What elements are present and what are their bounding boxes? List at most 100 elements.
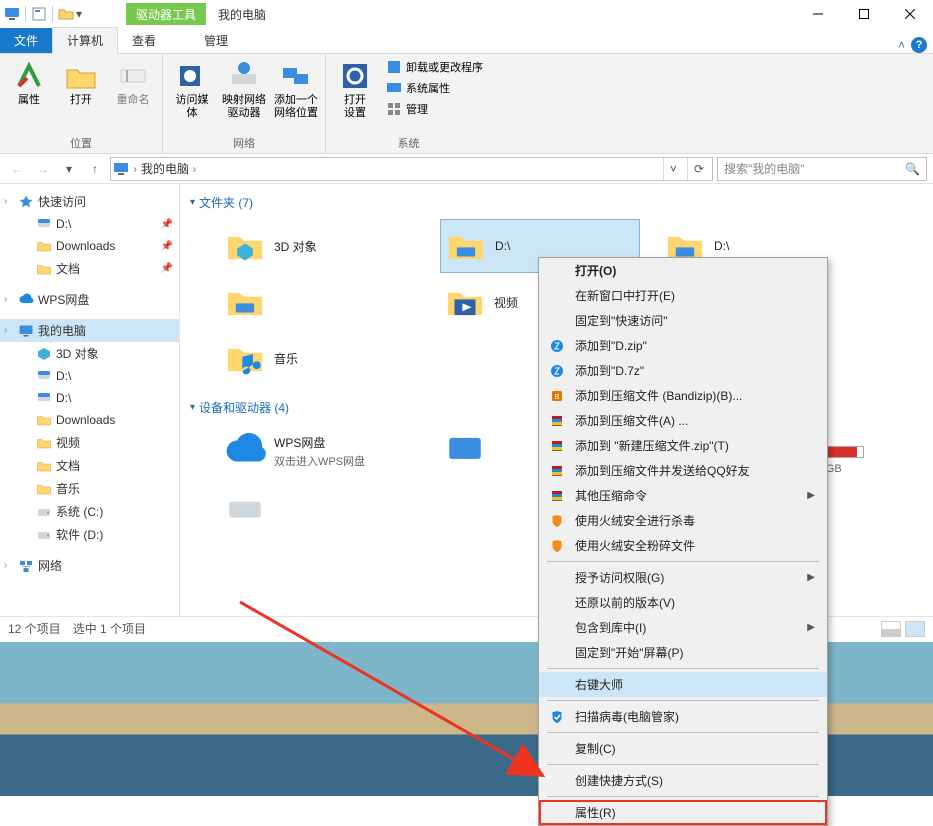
context-menu-label: 使用火绒安全粉碎文件 <box>575 537 695 554</box>
expand-icon[interactable]: › <box>4 196 7 207</box>
sidebar-item[interactable]: ›快速访问 <box>0 190 179 213</box>
folder-item[interactable] <box>220 275 420 329</box>
sidebar-item[interactable]: 音乐 <box>0 477 179 500</box>
context-menu-label: 添加到"D.7z" <box>575 362 644 379</box>
context-menu-label: 打开(O) <box>575 262 616 279</box>
qat-dropdown-icon[interactable]: ▾ <box>76 7 82 21</box>
nav-back-button[interactable]: ← <box>6 158 28 180</box>
sidebar-item-label: 我的电脑 <box>38 322 86 339</box>
add-netloc-button[interactable]: 添加一个 网络位置 <box>273 58 319 133</box>
sidebar-item[interactable]: 3D 对象 <box>0 342 179 365</box>
properties-icon[interactable] <box>31 6 47 22</box>
manage-button[interactable]: 管理 <box>384 100 485 118</box>
sidebar-item[interactable]: 系统 (C:) <box>0 500 179 523</box>
folder-item[interactable]: 3D 对象 <box>220 219 420 273</box>
map-drive-button[interactable]: 映射网络 驱动器 <box>221 58 267 133</box>
chevron-right-icon: ▶ <box>807 490 815 501</box>
folder-icon <box>36 481 52 497</box>
breadcrumb[interactable]: 我的电脑 › <box>141 160 659 177</box>
rename-button[interactable]: 重命名 <box>110 58 156 133</box>
context-menu-item[interactable]: 固定到"快速访问" <box>539 308 827 333</box>
view-details-icon[interactable] <box>881 621 901 637</box>
context-menu-item[interactable]: 添加到压缩文件(A) ... <box>539 408 827 433</box>
help-icon[interactable]: ? <box>911 37 927 53</box>
context-menu-item[interactable]: 包含到库中(I) ▶ <box>539 615 827 640</box>
context-menu-item[interactable]: 固定到"开始"屏幕(P) <box>539 640 827 665</box>
nav-history-dropdown[interactable]: ▾ <box>58 158 80 180</box>
sidebar-item[interactable]: D:\ <box>0 387 179 409</box>
sidebar-item[interactable]: 软件 (D:) <box>0 523 179 546</box>
ribbon-tab-manage[interactable]: 管理 <box>190 28 242 53</box>
pc-icon <box>18 323 34 339</box>
context-menu-item[interactable]: 属性(R) <box>539 800 827 825</box>
expand-icon[interactable]: › <box>4 294 7 305</box>
blank-icon <box>549 805 565 821</box>
sidebar-item[interactable]: › 我的电脑 <box>0 319 179 342</box>
context-menu-item[interactable]: 还原以前的版本(V) <box>539 590 827 615</box>
context-menu-item[interactable]: 添加到"D.zip" <box>539 333 827 358</box>
folder-name: D:\ <box>714 239 729 253</box>
rar-icon <box>549 413 565 429</box>
sidebar-item[interactable]: 文档 <box>0 454 179 477</box>
context-menu-item[interactable]: 添加到 "新建压缩文件.zip"(T) <box>539 433 827 458</box>
search-input[interactable] <box>724 162 905 176</box>
sidebar[interactable]: ›快速访问D:\📌Downloads📌文档📌›WPS网盘›我的电脑3D 对象D:… <box>0 184 180 616</box>
view-large-icon[interactable] <box>905 621 925 637</box>
context-menu-item[interactable]: 复制(C) <box>539 736 827 761</box>
sidebar-item[interactable]: D:\ <box>0 365 179 387</box>
refresh-icon[interactable]: ⟳ <box>687 158 710 180</box>
context-menu-item[interactable]: 其他压缩命令 ▶ <box>539 483 827 508</box>
context-menu-item[interactable]: 右键大师 <box>539 672 827 697</box>
drive-tools-contextual-tab[interactable]: 驱动器工具 <box>126 3 206 25</box>
ribbon-tab-view[interactable]: 查看 <box>118 28 170 53</box>
minimize-button[interactable] <box>795 0 841 28</box>
nav-up-button[interactable]: ↑ <box>84 158 106 180</box>
context-menu-item[interactable]: 扫描病毒(电脑管家) <box>539 704 827 729</box>
search-icon[interactable]: 🔍 <box>905 162 920 176</box>
context-menu-item[interactable]: 使用火绒安全粉碎文件 <box>539 533 827 558</box>
search-box[interactable]: 🔍 <box>717 157 927 181</box>
sidebar-item[interactable]: 文档📌 <box>0 257 179 280</box>
context-menu-item[interactable]: 授予访问权限(G) ▶ <box>539 565 827 590</box>
sidebar-item[interactable]: Downloads <box>0 409 179 431</box>
context-menu-item[interactable]: 打开(O) <box>539 258 827 283</box>
context-menu-item[interactable]: 使用火绒安全进行杀毒 <box>539 508 827 533</box>
sys-props-button[interactable]: 系统属性 <box>384 79 485 97</box>
context-menu-item[interactable]: 添加到压缩文件并发送给QQ好友 <box>539 458 827 483</box>
maximize-button[interactable] <box>841 0 887 28</box>
new-folder-icon[interactable] <box>58 6 74 22</box>
context-menu-item[interactable]: 在新窗口中打开(E) <box>539 283 827 308</box>
sidebar-item-label: Downloads <box>56 413 115 427</box>
device-item[interactable]: WPS网盘双击进入WPS网盘 <box>220 424 420 478</box>
device-item[interactable] <box>220 480 420 534</box>
folder-name: D:\ <box>495 239 510 253</box>
bz-icon: B <box>549 388 565 404</box>
ribbon-tab-file[interactable]: 文件 <box>0 28 52 53</box>
folders-group-header[interactable]: ▾ 文件夹 (7) <box>190 190 923 215</box>
context-menu-item[interactable]: 添加到"D.7z" <box>539 358 827 383</box>
open-settings-button[interactable]: 打开 设置 <box>332 58 378 133</box>
open-button[interactable]: 打开 <box>58 58 104 133</box>
folder-item[interactable]: 音乐 <box>220 331 420 385</box>
sidebar-item[interactable]: Downloads📌 <box>0 235 179 257</box>
uninstall-button[interactable]: 卸载或更改程序 <box>384 58 485 76</box>
ribbon-tab-computer[interactable]: 计算机 <box>52 27 118 54</box>
sidebar-item[interactable]: 视频 <box>0 431 179 454</box>
disk-partial <box>224 486 266 528</box>
sidebar-item-label: D:\ <box>56 369 71 383</box>
address-dropdown-icon[interactable]: ˅ <box>663 158 683 180</box>
close-button[interactable] <box>887 0 933 28</box>
properties-button[interactable]: 属性 <box>6 58 52 133</box>
sidebar-item[interactable]: ›WPS网盘 <box>0 288 179 311</box>
disk-icon <box>36 504 52 520</box>
context-menu-item[interactable]: B 添加到压缩文件 (Bandizip)(B)... <box>539 383 827 408</box>
ribbon-collapse-icon[interactable]: ˄ <box>898 38 905 52</box>
expand-icon[interactable]: › <box>4 325 7 336</box>
context-menu-item[interactable]: 创建快捷方式(S) <box>539 768 827 793</box>
sidebar-item[interactable]: ›网络 <box>0 554 179 577</box>
expand-icon[interactable]: › <box>4 560 7 571</box>
nav-forward-button[interactable]: → <box>32 158 54 180</box>
access-media-button[interactable]: 访问媒体 <box>169 58 215 133</box>
sidebar-item[interactable]: D:\📌 <box>0 213 179 235</box>
address-bar[interactable]: › 我的电脑 › ˅ ⟳ <box>110 157 713 181</box>
